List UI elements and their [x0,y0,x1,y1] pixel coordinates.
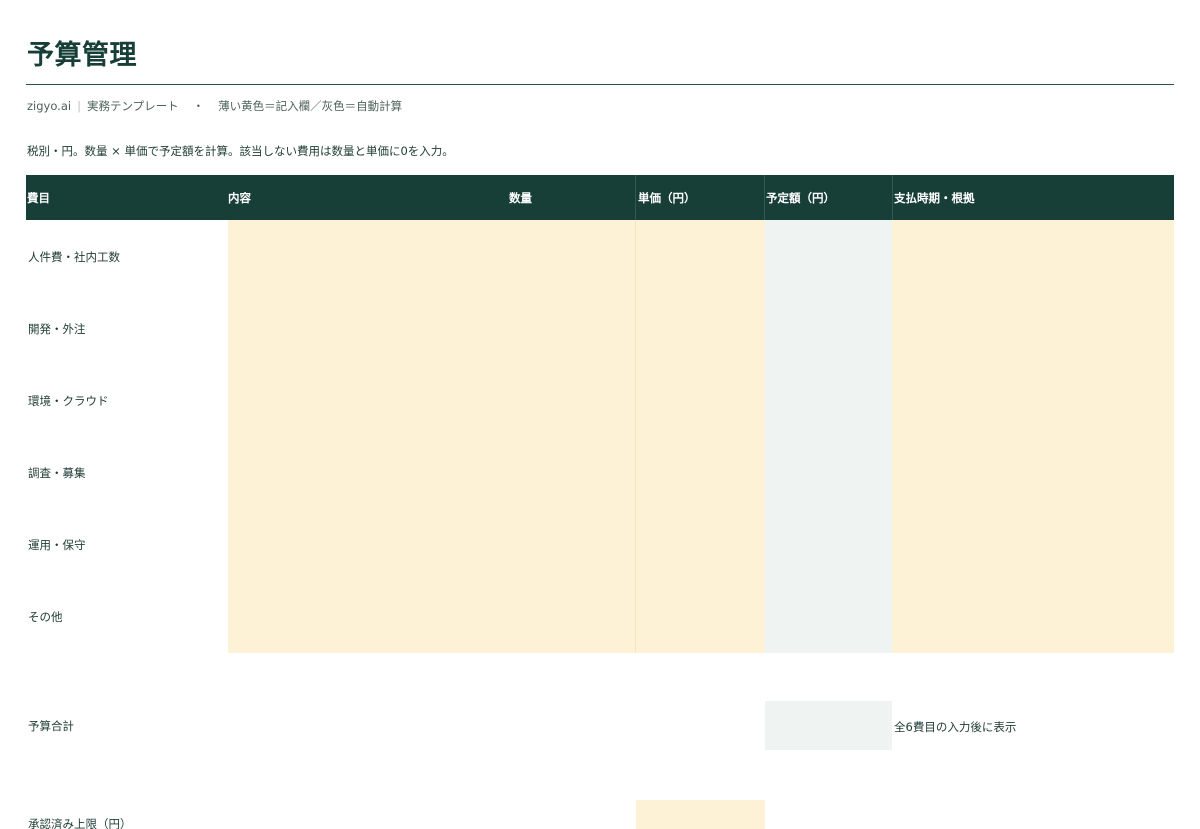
timing-input[interactable] [892,220,1174,292]
page-title: 予算管理 [27,40,137,71]
row-label-personnel: 人件費・社内工数 [28,250,120,264]
timing-input[interactable] [892,364,1174,436]
content-input[interactable] [228,436,635,508]
row-label-research: 調査・募集 [28,466,86,480]
row-label-operations: 運用・保守 [28,538,86,552]
budget-sheet-page: 予算管理 zigyo.ai | 実務テンプレート・薄い黄色＝記入欄／灰色＝自動計算 … [0,0,1200,829]
unit-price-input[interactable] [636,508,765,580]
content-input[interactable] [228,364,635,436]
timing-input[interactable] [892,508,1174,580]
content-input[interactable] [228,292,635,364]
title-divider [26,84,1174,85]
row-label-other: その他 [28,610,63,624]
brand-name: zigyo.ai [27,99,72,113]
approved-limit-label: 承認済み上限（円） [28,817,132,829]
header-divider [635,175,636,220]
unit-price-input[interactable] [636,364,765,436]
row-label-development: 開発・外注 [28,322,86,336]
auto-calc-column [765,220,892,653]
header-payment-timing: 支払時期・根拠 [894,191,975,205]
header-divider [764,175,765,220]
content-input[interactable] [228,580,635,653]
header-divider [892,175,893,220]
color-legend: 薄い黄色＝記入欄／灰色＝自動計算 [218,99,403,113]
meta-separator: | [77,99,81,113]
header-unit-price: 単価（円） [638,191,696,205]
total-amount-cell [765,701,892,750]
unit-price-input[interactable] [636,220,765,292]
unit-price-input[interactable] [636,436,765,508]
total-label: 予算合計 [28,719,74,733]
header-planned-amount: 予定額（円） [766,191,835,205]
content-input[interactable] [228,220,635,292]
unit-price-input[interactable] [636,292,765,364]
template-label: 実務テンプレート [86,99,179,113]
timing-input[interactable] [892,292,1174,364]
header-content: 内容 [228,191,251,205]
meta-dot: ・ [192,99,205,113]
content-input[interactable] [228,508,635,580]
instructions-note: 税別・円。数量 × 単価で予定額を計算。該当しない費用は数量と単価に0を入力。 [27,144,454,158]
unit-price-input[interactable] [636,580,765,653]
table-header: 費目 内容 数量 単価（円） 予定額（円） 支払時期・根拠 [26,175,1174,220]
header-category: 費目 [27,191,50,205]
approved-limit-input[interactable] [636,800,765,829]
timing-input[interactable] [892,580,1174,653]
total-note: 全6費目の入力後に表示 [894,720,1017,734]
timing-input[interactable] [892,436,1174,508]
template-meta: zigyo.ai | 実務テンプレート・薄い黄色＝記入欄／灰色＝自動計算 [27,98,402,114]
header-quantity: 数量 [509,191,532,205]
row-label-environment: 環境・クラウド [28,394,109,408]
